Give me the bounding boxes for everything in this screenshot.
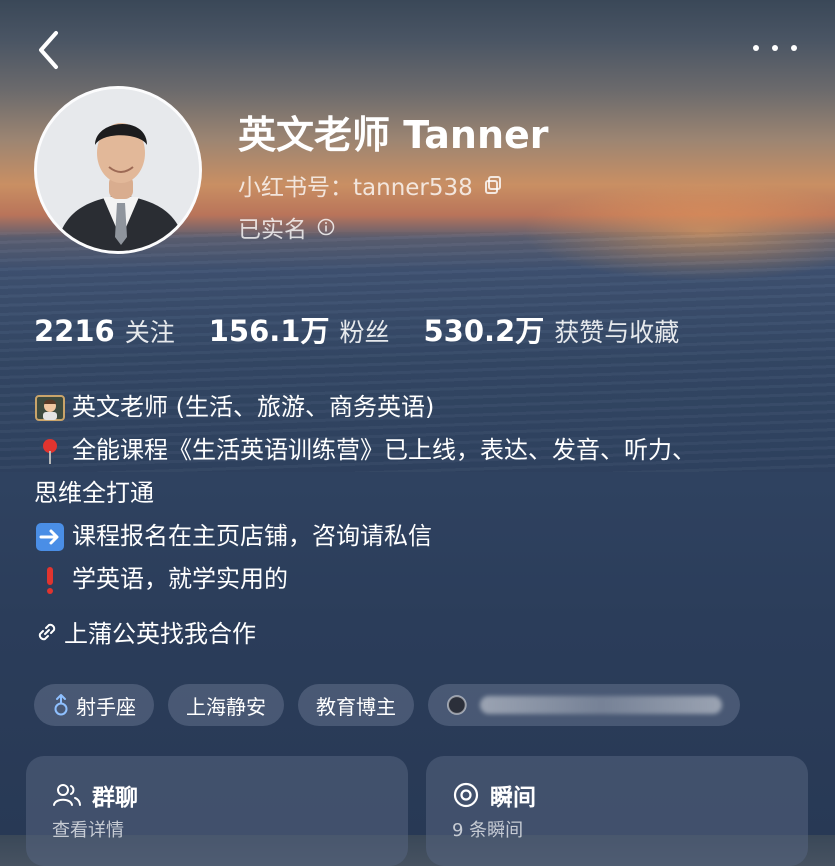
profile-name: 英文老师 Tanner: [238, 113, 549, 157]
users-icon: [53, 784, 81, 806]
info-icon: [317, 218, 335, 236]
followers-count: 156.1万: [208, 314, 330, 348]
avatar-portrait: [37, 89, 199, 251]
collab-link[interactable]: 上蒲公英找我合作: [34, 614, 256, 649]
bio-line: 思维全打通: [34, 472, 804, 515]
copy-icon[interactable]: [483, 175, 503, 195]
bio-line-3: 思维全打通: [34, 479, 154, 507]
collab-link-label: 上蒲公英找我合作: [64, 620, 256, 648]
bio-line-1: 英文老师 (生活、旅游、商务英语): [72, 393, 435, 421]
moments-title: 瞬间: [452, 778, 536, 812]
group-chat-sub: 查看详情: [52, 820, 124, 841]
bio-line: 课程报名在主页店铺，咨询请私信: [34, 515, 804, 558]
likes-stat[interactable]: 530.2万 获赞与收藏: [423, 308, 679, 350]
following-stat[interactable]: 2216 关注: [34, 313, 175, 349]
bio-line: 学英语，就学实用的: [34, 558, 804, 601]
tag-role-label: 教育博主: [316, 694, 396, 719]
teacher-emoji-icon: [35, 394, 65, 421]
pushpin-icon: [43, 438, 57, 464]
exclamation-icon: [47, 566, 53, 594]
following-count: 2216: [34, 314, 115, 348]
tag-blurred[interactable]: [428, 684, 740, 726]
bio-line-4: 课程报名在主页店铺，咨询请私信: [72, 522, 432, 550]
bio-line-2: 全能课程《生活英语训练营》已上线，表达、发音、听力、: [72, 436, 696, 464]
verified-label: 已实名: [238, 217, 307, 243]
group-chat-card[interactable]: 群聊 查看详情: [26, 756, 408, 866]
group-chat-title: 群聊: [52, 778, 138, 812]
verified-row[interactable]: 已实名: [238, 210, 335, 244]
followers-label: 粉丝: [339, 318, 390, 347]
bio-line: 英文老师 (生活、旅游、商务英语): [34, 386, 804, 429]
likes-label: 获赞与收藏: [554, 318, 680, 347]
tag-role[interactable]: 教育博主: [298, 684, 414, 726]
more-dot-icon: [791, 45, 797, 51]
followers-stat[interactable]: 156.1万 粉丝: [209, 308, 390, 350]
more-options-button[interactable]: [753, 38, 797, 58]
target-icon: [453, 782, 479, 808]
avatar[interactable]: [34, 86, 202, 254]
blurred-avatar-icon: [446, 695, 467, 715]
tag-zodiac-label: 射手座: [76, 694, 136, 719]
user-id: 小红书号：tanner538: [238, 175, 473, 201]
tag-row: 射手座 上海静安 教育博主: [34, 684, 740, 726]
tag-location[interactable]: 上海静安: [168, 684, 284, 726]
right-arrow-icon: [36, 522, 64, 551]
bio-line-5: 学英语，就学实用的: [72, 565, 288, 593]
moments-label: 瞬间: [490, 785, 536, 811]
user-id-row: 小红书号：tanner538: [238, 168, 503, 202]
tag-zodiac[interactable]: 射手座: [34, 684, 154, 726]
link-icon: [38, 623, 56, 640]
tag-location-label: 上海静安: [186, 694, 266, 719]
more-dot-icon: [772, 45, 778, 51]
moments-card[interactable]: 瞬间 9 条瞬间: [426, 756, 808, 866]
blurred-text: [479, 696, 722, 714]
male-icon: [54, 694, 68, 716]
back-chevron-icon[interactable]: [32, 28, 66, 72]
stats-row: 2216 关注 156.1万 粉丝 530.2万 获赞与收藏: [34, 308, 713, 350]
bio: 英文老师 (生活、旅游、商务英语) 全能课程《生活英语训练营》已上线，表达、发音…: [34, 386, 804, 601]
following-label: 关注: [124, 318, 175, 347]
bio-line: 全能课程《生活英语训练营》已上线，表达、发音、听力、: [34, 429, 804, 472]
more-dot-icon: [753, 45, 759, 51]
group-chat-label: 群聊: [92, 785, 138, 811]
moments-sub: 9 条瞬间: [452, 820, 524, 841]
likes-count: 530.2万: [423, 314, 545, 348]
